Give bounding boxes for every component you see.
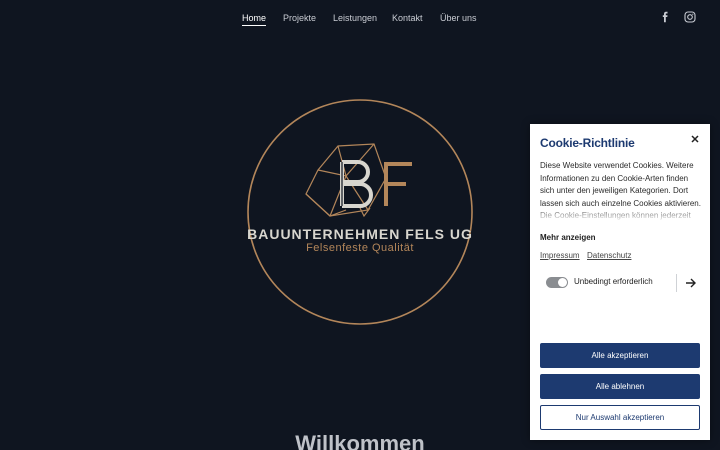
reject-all-button[interactable]: Alle ablehnen (540, 374, 700, 399)
close-icon[interactable] (690, 134, 700, 144)
nav-kontakt[interactable]: Kontakt (392, 12, 423, 24)
main-nav: Home Projekte Leistungen Kontakt Über un… (0, 12, 720, 26)
arrow-right-icon[interactable] (684, 276, 698, 290)
nav-leistungen[interactable]: Leistungen (333, 12, 377, 24)
impressum-link[interactable]: Impressum (540, 251, 580, 260)
instagram-icon[interactable] (684, 11, 696, 23)
cookie-category-row: Unbedingt erforderlich (540, 272, 702, 294)
nav-ueber-uns[interactable]: Über uns (440, 12, 477, 24)
accept-selection-button[interactable]: Nur Auswahl akzeptieren (540, 405, 700, 430)
accept-all-button[interactable]: Alle akzeptieren (540, 343, 700, 368)
nav-home[interactable]: Home (242, 12, 267, 26)
datenschutz-link[interactable]: Datenschutz (587, 251, 631, 260)
logo-emblem (247, 99, 473, 325)
cookie-dialog: Cookie-Richtlinie Diese Website verwende… (530, 124, 710, 440)
company-logo: BAUUNTERNEHMEN FELS UG Felsenfeste Quali… (246, 98, 474, 326)
company-tagline: Felsenfeste Qualität (306, 242, 414, 254)
description-fade (540, 206, 702, 222)
facebook-icon[interactable] (659, 11, 671, 23)
company-name: BAUUNTERNEHMEN FELS UG (247, 226, 473, 242)
cookie-title: Cookie-Richtlinie (540, 136, 635, 150)
show-more-link[interactable]: Mehr anzeigen (540, 233, 596, 242)
divider (676, 274, 677, 292)
necessary-cookies-toggle[interactable] (546, 277, 568, 288)
toggle-knob (558, 278, 567, 287)
nav-projekte[interactable]: Projekte (283, 12, 316, 24)
category-label: Unbedingt erforderlich (574, 277, 653, 286)
